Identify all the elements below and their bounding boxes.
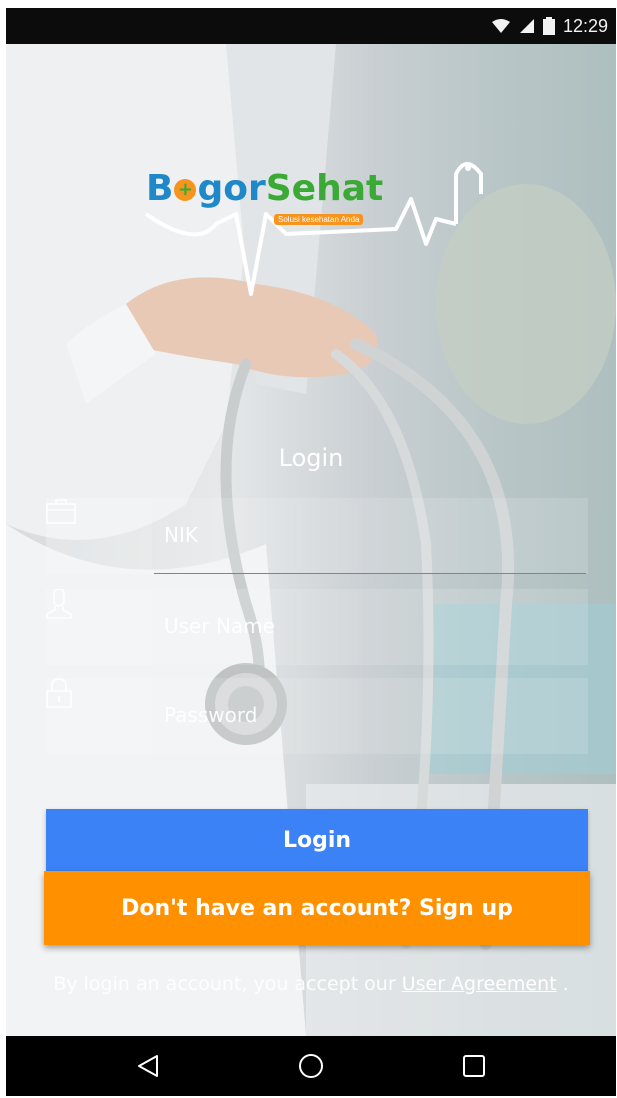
home-button[interactable] xyxy=(281,1036,341,1096)
logo-sehat: Sehat xyxy=(265,168,384,209)
login-heading: Login xyxy=(278,444,344,472)
logo-tagline: Solusi kesehatan Anda xyxy=(274,214,364,225)
recents-icon xyxy=(463,1055,486,1077)
logo-b: B xyxy=(146,168,174,209)
password-icon-box xyxy=(46,678,152,754)
background-photo: B+gorSehat Solusi kesehatan Anda Login xyxy=(6,44,616,1036)
agreement-prefix: By login an account, you accept our xyxy=(53,973,402,995)
login-button[interactable]: Login xyxy=(46,809,588,871)
logo-wordmark: B + gorSehat xyxy=(146,168,383,209)
user-agreement-link[interactable]: User Agreement xyxy=(402,973,557,995)
back-icon xyxy=(137,1055,158,1077)
battery-icon xyxy=(542,17,555,35)
nik-input[interactable] xyxy=(164,498,584,572)
password-input[interactable] xyxy=(164,678,584,752)
nik-input-underline xyxy=(154,573,586,574)
android-nav-bar xyxy=(6,1036,616,1096)
user-icon xyxy=(46,589,72,619)
nik-field-row xyxy=(46,498,588,574)
nik-icon-box xyxy=(46,498,152,574)
recents-button[interactable] xyxy=(444,1036,504,1096)
home-icon xyxy=(298,1054,323,1078)
lock-icon xyxy=(46,678,72,708)
signal-icon xyxy=(519,19,534,33)
agreement-suffix: . xyxy=(556,973,569,995)
username-field-row xyxy=(46,589,588,665)
phone-screen: 12:29 B + gorSehat Solusi kesehatan Anda… xyxy=(6,8,616,1096)
user-agreement-notice: By login an account, you accept our User… xyxy=(36,968,586,1000)
back-button[interactable] xyxy=(118,1036,178,1096)
status-time: 12:29 xyxy=(562,15,608,36)
username-input[interactable] xyxy=(164,589,584,663)
bogor-sehat-logo: B + gorSehat Solusi kesehatan Anda xyxy=(136,154,496,304)
username-icon-box xyxy=(46,589,152,665)
status-icons: 12:29 xyxy=(491,8,608,44)
signup-button[interactable]: Don't have an account? Sign up xyxy=(44,871,590,945)
status-bar: 12:29 xyxy=(6,8,616,44)
wifi-icon xyxy=(491,19,510,33)
password-field-row xyxy=(46,678,588,754)
logo-plus-icon: + xyxy=(174,179,197,201)
briefcase-icon xyxy=(46,499,76,524)
logo-gor: gor xyxy=(197,168,266,209)
